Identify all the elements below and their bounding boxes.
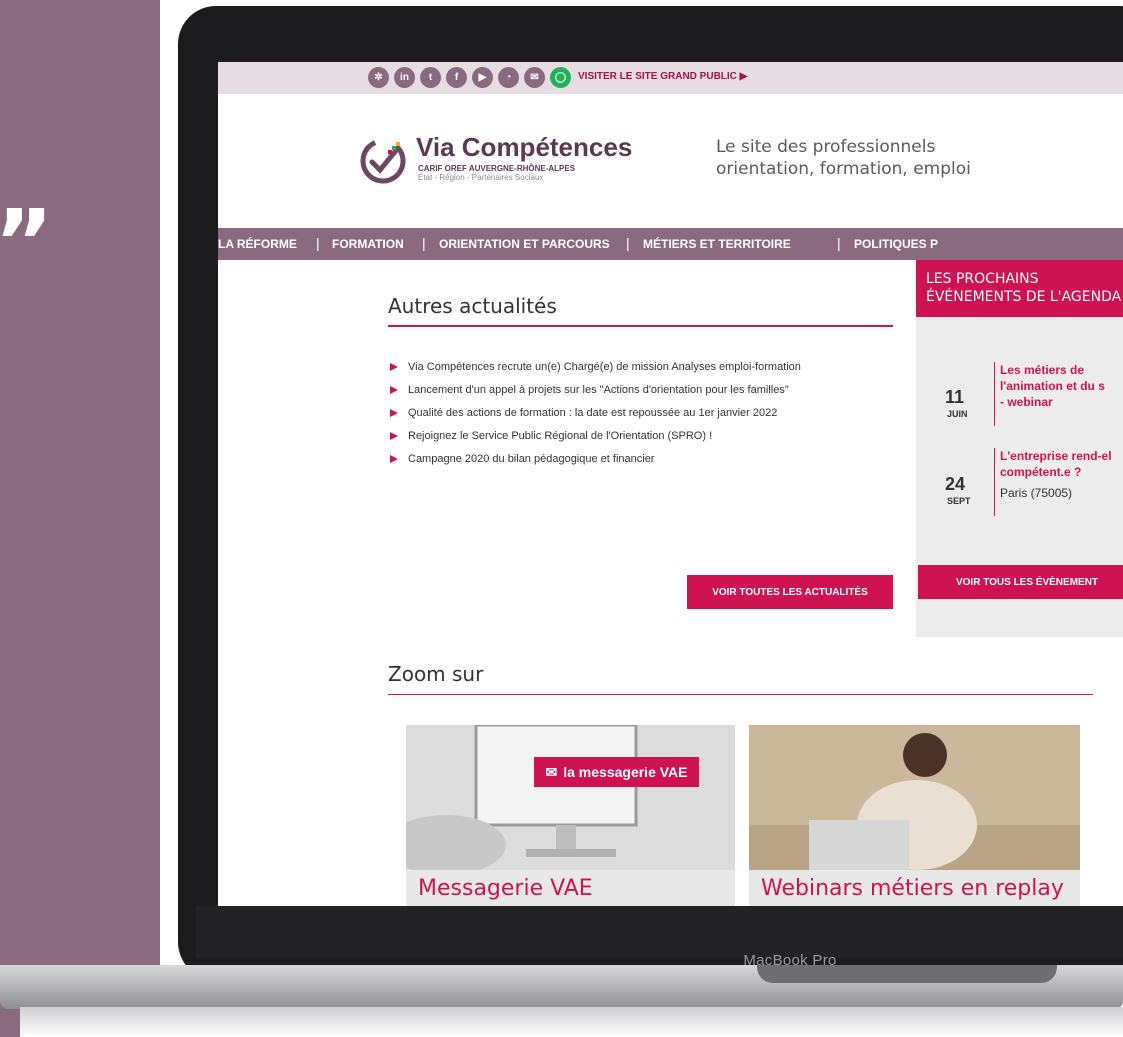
- event-location: Paris (75005): [1000, 486, 1073, 500]
- site-logo-partners: État - Région - Partenaires Sociaux: [418, 173, 544, 182]
- event-title-line: l'animation et du s: [1000, 379, 1105, 393]
- event-divider: [994, 362, 995, 426]
- news-item[interactable]: Lancement d'un appel à projets sur les "…: [388, 381, 888, 399]
- laptop-screen: ✲ in t f ▶ ◔ ✉ ◯ VISITER LE SITE GRAND P…: [218, 62, 1123, 906]
- via-competences-logo-icon: [360, 138, 406, 184]
- all-events-button[interactable]: VOIR TOUS LES ÉVÈNEMENT: [918, 565, 1123, 599]
- laptop-brand-label: MacBook Pro: [743, 952, 837, 969]
- news-list: Via Compétences recrute un(e) Chargé(e) …: [388, 358, 888, 473]
- nav-separator: |: [316, 235, 320, 251]
- nav-separator: |: [626, 235, 630, 251]
- zoom-card-label[interactable]: Webinars métiers en replay: [749, 870, 1080, 906]
- all-news-button[interactable]: VOIR TOUTES LES ACTUALITÉS: [687, 575, 893, 609]
- top-bar: ✲ in t f ▶ ◔ ✉ ◯ VISITER LE SITE GRAND P…: [218, 62, 1123, 94]
- mail-icon[interactable]: ✉: [524, 67, 545, 88]
- mail-icon: ✉: [545, 763, 558, 780]
- agenda-title-line-2: ÉVÉNEMENTS DE L'AGENDA: [926, 289, 1122, 305]
- news-item[interactable]: Rejoignez le Service Public Régional de …: [388, 427, 888, 445]
- site-logo-name[interactable]: Via Compétences: [416, 132, 632, 163]
- tagline-line-2: orientation, formation, emploi: [716, 159, 971, 179]
- nav-item-reforme[interactable]: LA RÉFORME: [218, 237, 297, 251]
- event-title[interactable]: Les métiers de l'animation et du s - web…: [1000, 362, 1105, 410]
- event-day: 11: [945, 387, 965, 407]
- news-section-title: Autres actualités: [388, 294, 557, 318]
- news-item[interactable]: Qualité des actions de formation : la da…: [388, 404, 888, 422]
- youtube-icon[interactable]: ▶: [472, 67, 493, 88]
- agenda-title-line-1: LES PROCHAINS: [926, 271, 1039, 287]
- linkedin-icon[interactable]: in: [394, 67, 415, 88]
- laptop-chin: [196, 906, 1123, 958]
- event-day: 24: [945, 474, 966, 494]
- event-title-line: compétent.e ?: [1000, 465, 1082, 479]
- nav-separator: |: [422, 235, 426, 251]
- twitter-icon[interactable]: t: [420, 67, 441, 88]
- zoom-card-label[interactable]: Messagerie VAE: [406, 870, 735, 906]
- messagerie-photo: [406, 725, 735, 875]
- event-title-line: Les métiers de: [1000, 363, 1085, 377]
- quote-mark: „: [0, 142, 56, 247]
- messagerie-badge-text: la messagerie VAE: [563, 764, 688, 780]
- nav-item-metiers[interactable]: MÉTIERS ET TERRITOIRE: [643, 237, 791, 251]
- nav-separator: |: [837, 235, 841, 251]
- event-month: SEPT: [947, 496, 971, 506]
- visit-public-site-link[interactable]: VISITER LE SITE GRAND PUBLIC ▶: [578, 71, 747, 82]
- event-divider: [994, 448, 995, 516]
- zoom-title-rule: [388, 694, 1093, 695]
- accessibility-icon[interactable]: ◯: [550, 67, 571, 88]
- site-logo-subtitle: CARIF OREF AUVERGNE-RHÔNE-ALPES: [418, 164, 576, 173]
- rss-icon[interactable]: ◔: [498, 67, 519, 88]
- event-title[interactable]: L'entreprise rend-el compétent.e ?: [1000, 448, 1112, 480]
- nav-item-formation[interactable]: FORMATION: [332, 237, 404, 251]
- nav-item-politiques[interactable]: POLITIQUES P: [854, 237, 938, 251]
- news-item[interactable]: Campagne 2020 du bilan pédagogique et fi…: [388, 450, 888, 468]
- agenda-title: LES PROCHAINS ÉVÉNEMENTS DE L'AGENDA: [926, 270, 1121, 306]
- nav-item-orientation[interactable]: ORIENTATION ET PARCOURS: [439, 237, 610, 251]
- event-month: JUIN: [947, 409, 968, 419]
- site-tagline: Le site des professionnels orientation, …: [716, 136, 971, 180]
- tagline-line-1: Le site des professionnels: [716, 137, 936, 157]
- event-title-line: L'entreprise rend-el: [1000, 449, 1112, 463]
- webinar-photo: [749, 725, 1080, 870]
- agenda-header: LES PROCHAINS ÉVÉNEMENTS DE L'AGENDA: [916, 260, 1123, 317]
- news-title-rule: [388, 325, 893, 327]
- main-nav: LA RÉFORME | FORMATION | ORIENTATION ET …: [218, 228, 1123, 260]
- zoom-section-title: Zoom sur: [388, 662, 484, 686]
- zoom-card-messagerie[interactable]: ✉ la messagerie VAE Messagerie VAE: [406, 725, 735, 906]
- laptop-shadow: [20, 1007, 1123, 1037]
- scoopit-icon[interactable]: ✲: [368, 67, 389, 88]
- news-item[interactable]: Via Compétences recrute un(e) Chargé(e) …: [388, 358, 888, 376]
- event-title-line: - webinar: [1000, 395, 1053, 409]
- facebook-icon[interactable]: f: [446, 67, 467, 88]
- zoom-card-webinars[interactable]: Webinars métiers en replay: [749, 725, 1080, 906]
- messagerie-badge: ✉ la messagerie VAE: [534, 757, 699, 787]
